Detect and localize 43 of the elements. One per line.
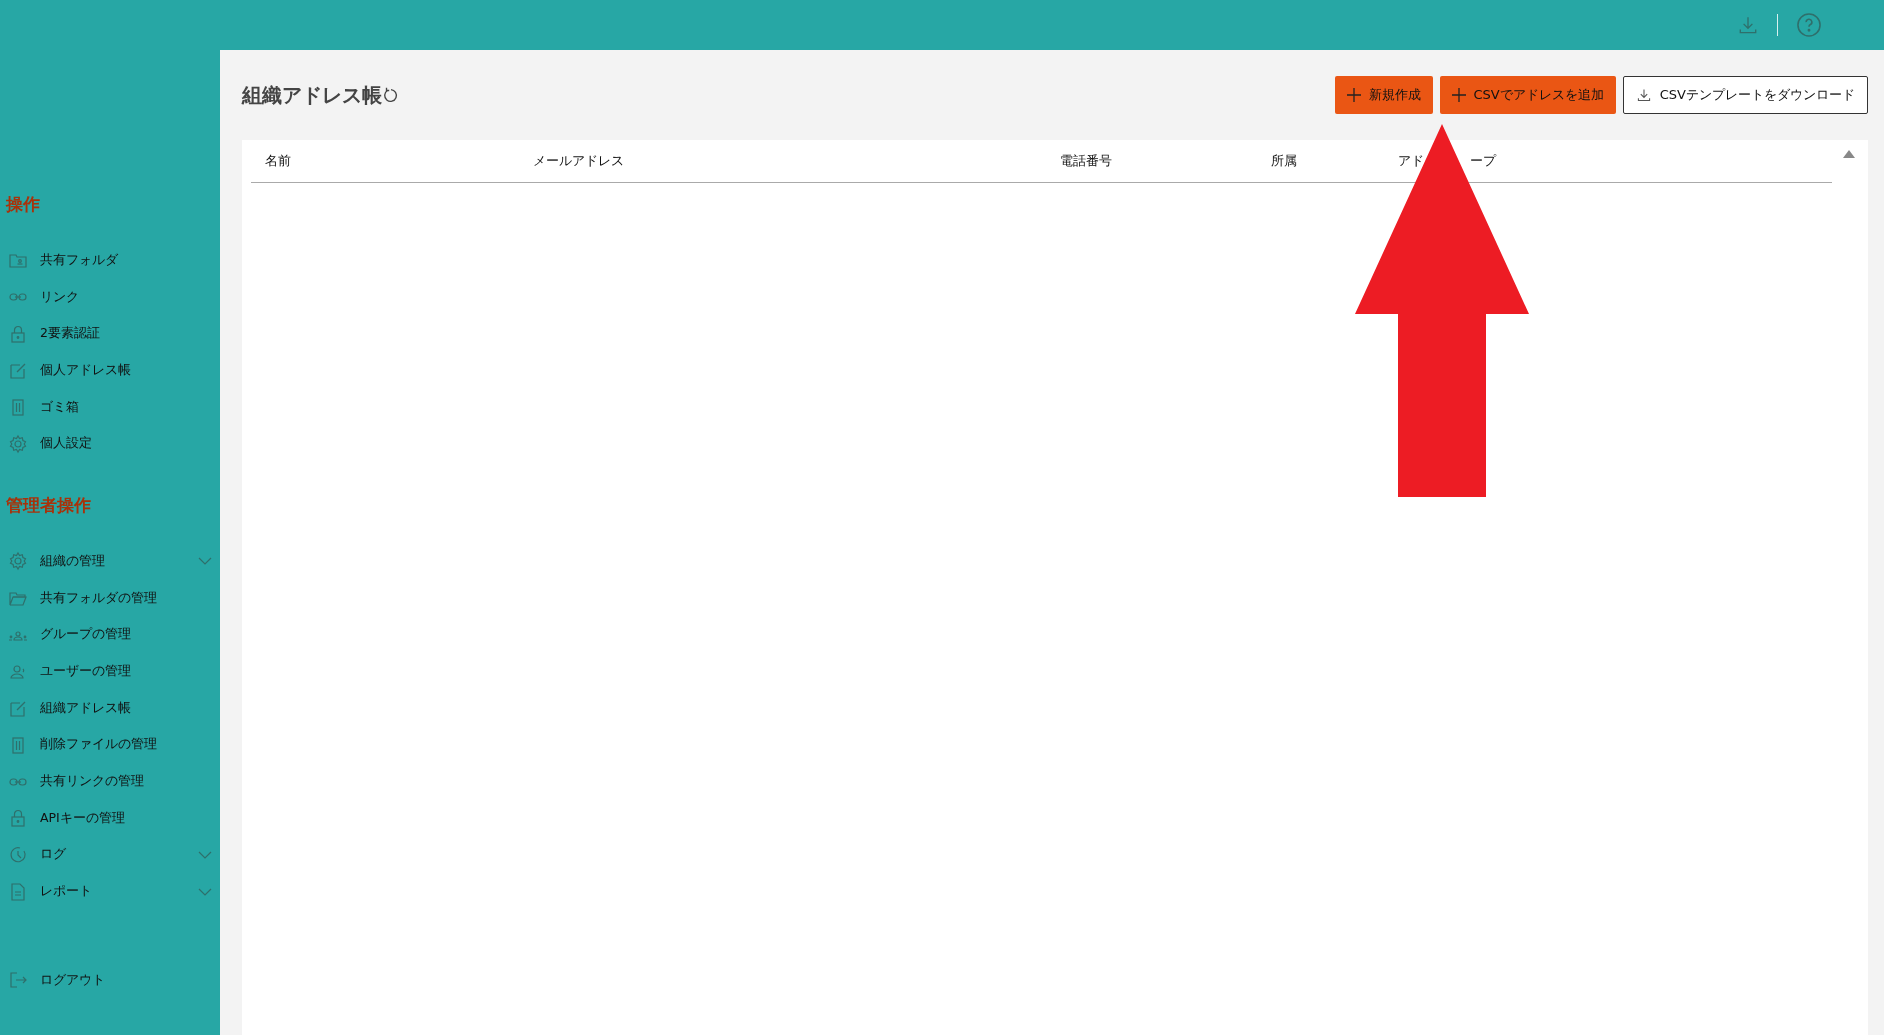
- sidebar-item[interactable]: 削除ファイルの管理: [0, 726, 220, 764]
- plus-icon: [1451, 88, 1466, 102]
- sidebar-item[interactable]: グループの管理: [0, 616, 220, 654]
- download-icon: [1737, 14, 1759, 36]
- scroll-up-icon[interactable]: [1843, 150, 1855, 158]
- gear-icon: [8, 433, 28, 454]
- document-icon: [8, 881, 28, 902]
- add-button[interactable]: 新規作成: [1334, 76, 1433, 114]
- sidebar-item[interactable]: APIキーの管理: [0, 799, 220, 837]
- download-button[interactable]: CSVテンプレートをダウンロード: [1622, 76, 1868, 114]
- sidebar-item[interactable]: 共有フォルダ: [0, 242, 220, 279]
- download-icon: [1635, 87, 1652, 103]
- section-heading: 操作: [4, 193, 41, 215]
- lock-icon: [8, 808, 28, 829]
- sidebar-item[interactable]: 2要素認証: [0, 315, 220, 353]
- refresh-icon[interactable]: [382, 86, 400, 104]
- section-heading: 管理者操作: [5, 494, 92, 517]
- gear-icon: [8, 551, 28, 572]
- logout-icon: [8, 970, 28, 991]
- column-header: 電話番号: [1060, 152, 1112, 170]
- lock-icon: [8, 323, 28, 344]
- add-button[interactable]: CSVでアドレスを追加: [1439, 76, 1616, 114]
- column-header: 所属: [1271, 152, 1297, 170]
- sidebar-item[interactable]: 共有フォルダの管理: [0, 579, 220, 617]
- sidebar-item[interactable]: ゴミ箱: [0, 388, 220, 426]
- sidebar-item[interactable]: ユーザーの管理: [0, 653, 220, 690]
- sidebar-item[interactable]: 個人アドレス帳: [0, 352, 220, 389]
- column-header: 名前: [265, 152, 291, 170]
- column-header: アド: [1398, 152, 1424, 170]
- page-title: 組織アドレス帳: [242, 81, 382, 109]
- sidebar-item[interactable]: 個人設定: [0, 425, 220, 463]
- help-icon: [1796, 12, 1822, 38]
- sidebar-item[interactable]: ログ: [0, 836, 220, 874]
- sidebar-item[interactable]: 組織の管理: [0, 543, 220, 580]
- sidebar-item[interactable]: レポート: [0, 873, 220, 910]
- sidebar-item[interactable]: 組織アドレス帳: [0, 689, 220, 727]
- column-header: メールアドレス: [533, 152, 624, 170]
- logout-link[interactable]: ログアウト: [0, 962, 220, 999]
- plus-icon: [1346, 88, 1361, 102]
- clock-icon: [8, 844, 28, 865]
- sidebar-item[interactable]: 共有リンクの管理: [0, 763, 220, 800]
- sidebar-item[interactable]: リンク: [0, 278, 220, 316]
- column-header: ープ: [1470, 152, 1496, 170]
